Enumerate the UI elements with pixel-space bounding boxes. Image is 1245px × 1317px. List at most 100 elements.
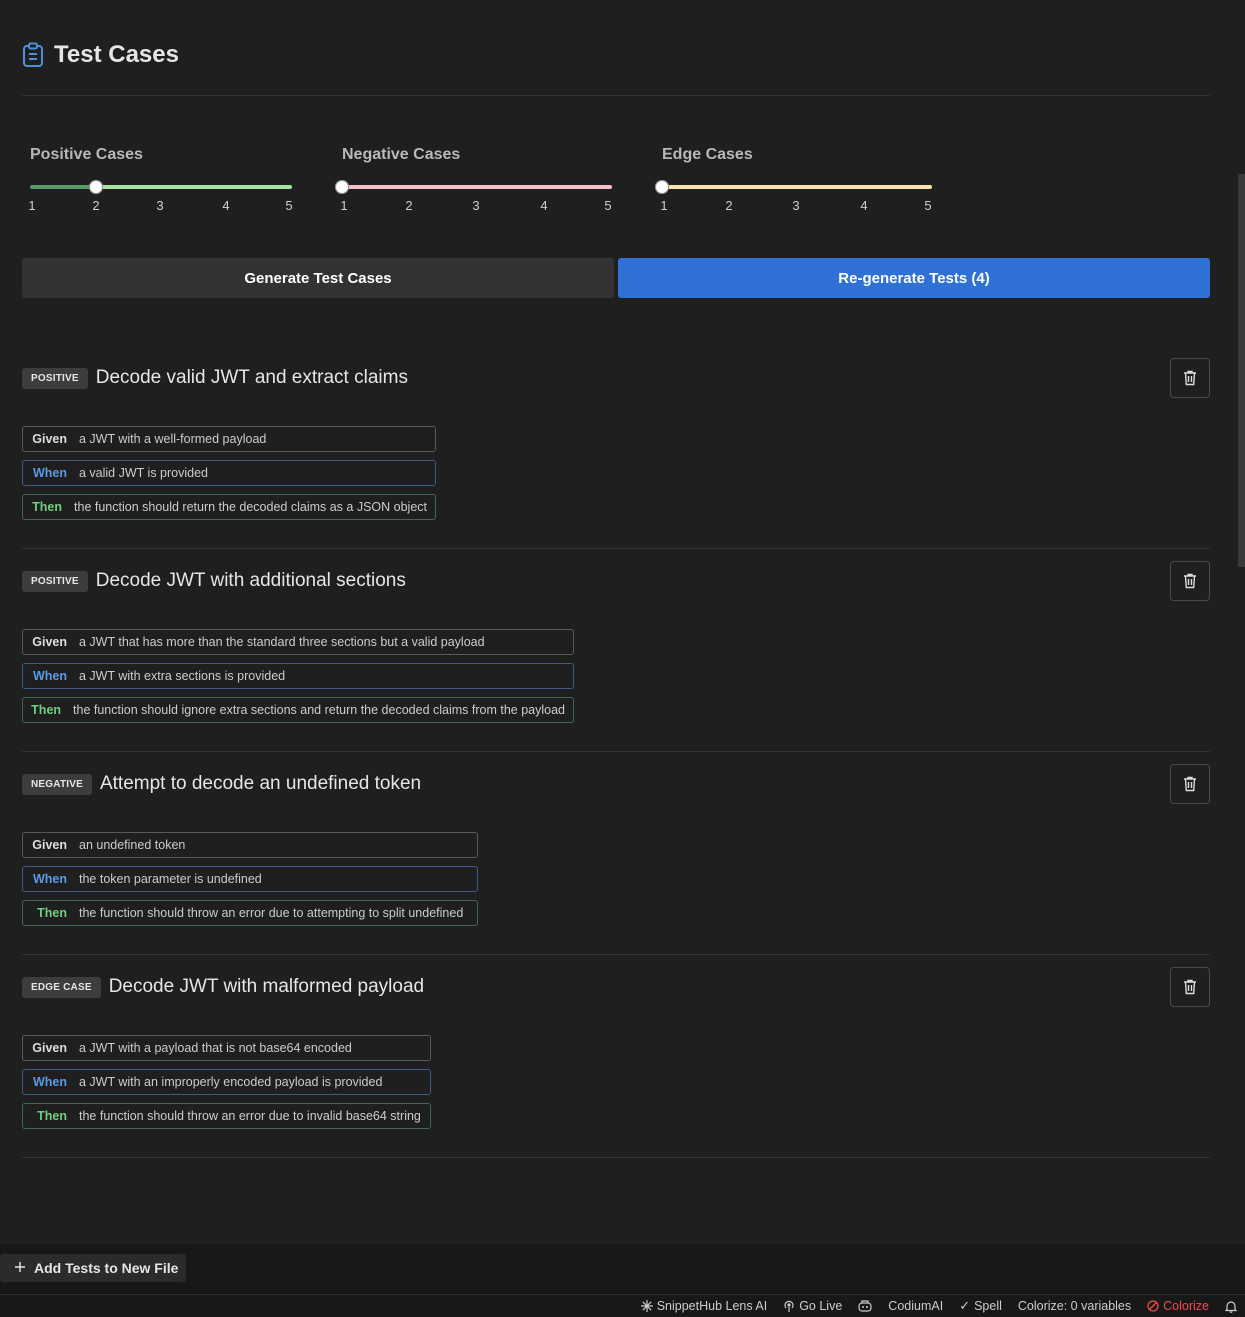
regenerate-tests-button[interactable]: Re-generate Tests (4)	[618, 258, 1210, 298]
then-step: Then the function should return the decod…	[22, 494, 436, 520]
bottom-bar	[0, 1244, 1245, 1294]
status-snippethub[interactable]: SnippetHub Lens AI	[633, 1299, 776, 1313]
case-divider	[22, 1157, 1210, 1158]
scrollbar[interactable]	[1235, 0, 1245, 1243]
tick: 5	[285, 198, 293, 213]
slider-thumb[interactable]	[655, 180, 669, 194]
given-step: Given a JWT that has more than the standa…	[22, 629, 574, 655]
tick: 1	[28, 198, 36, 213]
when-step: When a JWT with an improperly encoded pay…	[22, 1069, 431, 1095]
tick: 4	[860, 198, 868, 213]
case-title: Attempt to decode an undefined token	[99, 773, 422, 794]
status-label: Spell	[974, 1299, 1002, 1313]
status-colorize-variables[interactable]: Colorize: 0 variables	[1010, 1299, 1139, 1313]
slider-thumb[interactable]	[335, 180, 349, 194]
tick: 4	[540, 198, 548, 213]
edge-cases-slider: Edge Cases 1 2 3 4 5	[654, 146, 932, 213]
case-type-badge: EDGE CASE	[22, 976, 101, 998]
status-codiumai[interactable]: CodiumAI	[880, 1299, 951, 1313]
slider-track[interactable]	[335, 180, 612, 194]
step-text: a JWT that has more than the standard th…	[79, 635, 485, 649]
check-icon: ✓	[959, 1298, 971, 1313]
tick: 5	[604, 198, 612, 213]
case-divider	[22, 751, 1210, 752]
case-title: Decode JWT with malformed payload	[108, 976, 425, 997]
case-title: Decode JWT with additional sections	[95, 570, 406, 591]
when-step: When the token parameter is undefined	[22, 866, 478, 892]
tick: 2	[92, 198, 100, 213]
case-type-badge: POSITIVE	[22, 367, 88, 389]
tick: 2	[405, 198, 413, 213]
step-text: a JWT with a well-formed payload	[79, 432, 267, 446]
tick: 5	[924, 198, 932, 213]
step-text: a JWT with an improperly encoded payload…	[79, 1075, 383, 1089]
step-keyword: Then	[32, 500, 63, 514]
tick: 1	[340, 198, 348, 213]
when-step: When a valid JWT is provided	[22, 460, 436, 486]
step-keyword: Then	[37, 906, 67, 920]
test-case-header: EDGE CASE Decode JWT with malformed payl…	[22, 975, 424, 999]
plus-icon	[14, 1260, 26, 1276]
step-text: the function should ignore extra section…	[73, 703, 565, 717]
delete-case-button[interactable]	[1170, 967, 1210, 1007]
delete-case-button[interactable]	[1170, 358, 1210, 398]
case-divider	[22, 954, 1210, 955]
then-step: Then the function should ignore extra sec…	[22, 697, 574, 723]
case-type-badge: POSITIVE	[22, 570, 88, 592]
step-text: a JWT with a payload that is not base64 …	[79, 1041, 352, 1055]
broadcast-icon	[784, 1300, 794, 1312]
trash-icon	[1184, 979, 1196, 995]
step-text: a JWT with extra sections is provided	[79, 669, 286, 683]
trash-icon	[1184, 370, 1196, 386]
slider-track[interactable]	[655, 180, 932, 194]
delete-case-button[interactable]	[1170, 764, 1210, 804]
step-text: a valid JWT is provided	[79, 466, 208, 480]
status-notifications[interactable]	[1217, 1300, 1245, 1313]
step-text: an undefined token	[79, 838, 186, 852]
status-label: CodiumAI	[888, 1299, 944, 1313]
status-go-live[interactable]: Go Live	[775, 1299, 850, 1313]
step-text: the function should throw an error due t…	[79, 906, 464, 920]
header: Test Cases	[22, 40, 179, 70]
step-keyword: When	[32, 872, 67, 886]
step-text: the token parameter is undefined	[79, 872, 262, 886]
step-keyword: Given	[32, 838, 67, 852]
status-label: Colorize	[1163, 1299, 1209, 1313]
trash-icon	[1184, 573, 1196, 589]
header-divider	[22, 95, 1210, 96]
status-label: SnippetHub Lens AI	[656, 1299, 768, 1313]
step-keyword: Given	[32, 432, 67, 446]
slider-track[interactable]	[30, 180, 292, 194]
status-bar: SnippetHub Lens AI Go Live CodiumAI ✓ Sp…	[0, 1294, 1245, 1317]
slider-label: Positive Cases	[30, 146, 143, 163]
slider-rest	[96, 185, 292, 189]
case-type-badge: NEGATIVE	[22, 773, 92, 795]
step-text: the function should return the decoded c…	[74, 500, 427, 514]
scrollbar-thumb[interactable]	[1238, 174, 1245, 567]
negative-cases-slider: Negative Cases 1 2 3 4 5	[334, 146, 612, 213]
status-copilot[interactable]	[850, 1300, 880, 1312]
status-colorize[interactable]: Colorize	[1139, 1299, 1217, 1313]
tick: 1	[660, 198, 668, 213]
sparkle-icon	[640, 1300, 653, 1312]
test-case-header: POSITIVE Decode JWT with additional sect…	[22, 569, 406, 593]
add-tests-to-new-file-button[interactable]: Add Tests to New File	[0, 1254, 186, 1282]
slider-label: Negative Cases	[342, 146, 461, 163]
tick: 4	[222, 198, 230, 213]
step-keyword: Given	[32, 1041, 67, 1055]
given-step: Given a JWT with a well-formed payload	[22, 426, 436, 452]
slider-label: Edge Cases	[662, 146, 753, 163]
delete-case-button[interactable]	[1170, 561, 1210, 601]
case-title: Decode valid JWT and extract claims	[95, 367, 408, 388]
clipboard-icon	[22, 42, 44, 68]
positive-cases-slider: Positive Cases 1 2 3 4 5	[22, 146, 292, 213]
status-spell[interactable]: ✓ Spell	[951, 1298, 1010, 1314]
then-step: Then the function should throw an error d…	[22, 1103, 431, 1129]
test-case-header: NEGATIVE Attempt to decode an undefined …	[22, 772, 421, 796]
status-label: Go Live	[799, 1299, 843, 1313]
trash-icon	[1184, 776, 1196, 792]
copilot-icon	[858, 1300, 872, 1312]
generate-test-cases-button[interactable]: Generate Test Cases	[22, 258, 614, 298]
step-keyword: When	[32, 669, 67, 683]
slider-thumb[interactable]	[89, 180, 103, 194]
